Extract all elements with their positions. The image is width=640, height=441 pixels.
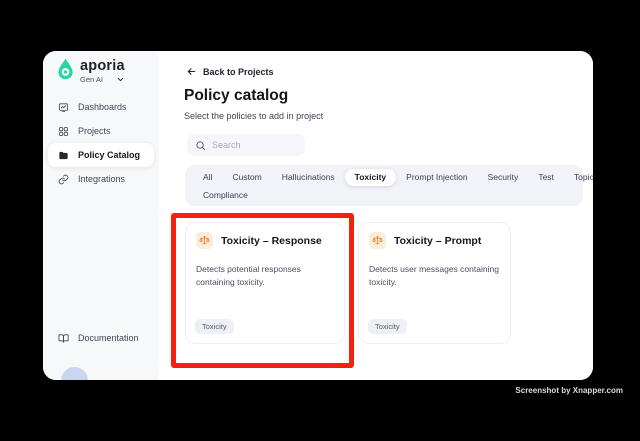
search-box bbox=[187, 134, 305, 156]
page-title: Policy catalog bbox=[184, 87, 289, 104]
search-input[interactable] bbox=[212, 140, 297, 150]
projects-icon bbox=[58, 126, 69, 137]
tab-custom[interactable]: Custom bbox=[222, 169, 271, 186]
back-to-projects-link[interactable]: Back to Projects bbox=[186, 66, 274, 77]
sidebar-item-integrations[interactable]: Integrations bbox=[48, 167, 154, 191]
book-icon bbox=[58, 333, 69, 344]
search-icon bbox=[195, 140, 206, 151]
card-description: Detects user messages containing toxicit… bbox=[369, 264, 499, 287]
logo-wordmark: aporia bbox=[80, 58, 125, 74]
aporia-logo-icon bbox=[56, 57, 75, 80]
scales-icon bbox=[196, 232, 213, 249]
sidebar-item-label: Policy Catalog bbox=[78, 150, 141, 160]
back-arrow-icon bbox=[186, 66, 197, 77]
sidebar-item-policy-catalog[interactable]: Policy Catalog bbox=[48, 143, 154, 167]
dashboards-icon bbox=[58, 102, 69, 113]
chevron-down-icon bbox=[116, 75, 125, 84]
policy-card-toxicity-response[interactable]: Toxicity – Response Detects potential re… bbox=[185, 222, 345, 344]
tab-hallucinations[interactable]: Hallucinations bbox=[272, 169, 345, 186]
tab-topics[interactable]: Topics bbox=[564, 169, 593, 186]
back-link-label: Back to Projects bbox=[203, 66, 274, 77]
card-description: Detects potential responses containing t… bbox=[196, 264, 301, 287]
sidebar: aporia Gen AI Dashboards Projects Policy… bbox=[43, 51, 159, 380]
user-avatar[interactable] bbox=[61, 367, 88, 380]
tab-toxicity[interactable]: Toxicity bbox=[344, 169, 397, 186]
tab-test[interactable]: Test bbox=[528, 169, 564, 186]
folder-icon bbox=[58, 150, 69, 161]
xnapper-watermark: Screenshot by Xnapper.com bbox=[515, 386, 623, 395]
tab-prompt-injection[interactable]: Prompt Injection bbox=[396, 169, 477, 186]
card-tag: Toxicity bbox=[368, 319, 407, 334]
link-icon bbox=[58, 174, 69, 185]
main-content: Back to Projects Policy catalog Select t… bbox=[159, 51, 593, 380]
sidebar-item-label: Dashboards bbox=[78, 102, 127, 112]
tab-compliance[interactable]: Compliance bbox=[193, 187, 258, 204]
card-tag: Toxicity bbox=[195, 319, 234, 334]
sidebar-item-documentation[interactable]: Documentation bbox=[48, 326, 154, 350]
page-subtitle: Select the policies to add in project bbox=[184, 111, 324, 121]
sidebar-item-label: Projects bbox=[78, 126, 111, 136]
policy-card-toxicity-prompt[interactable]: Toxicity – Prompt Detects user messages … bbox=[358, 222, 511, 344]
scales-icon bbox=[369, 232, 386, 249]
sidebar-item-projects[interactable]: Projects bbox=[48, 119, 154, 143]
sidebar-item-label: Integrations bbox=[78, 174, 126, 184]
workspace-switcher[interactable]: aporia Gen AI bbox=[56, 57, 125, 84]
sidebar-item-label: Documentation bbox=[78, 333, 139, 343]
sidebar-nav: Dashboards Projects Policy Catalog Integ… bbox=[48, 95, 154, 191]
card-title: Toxicity – Prompt bbox=[394, 234, 482, 247]
tab-security[interactable]: Security bbox=[478, 169, 529, 186]
sidebar-item-dashboards[interactable]: Dashboards bbox=[48, 95, 154, 119]
policy-filter-tabs: All Custom Hallucinations Toxicity Promp… bbox=[185, 165, 593, 206]
card-title: Toxicity – Response bbox=[221, 234, 322, 247]
tab-all[interactable]: All bbox=[193, 169, 222, 186]
app-window: aporia Gen AI Dashboards Projects Policy… bbox=[43, 51, 593, 380]
workspace-label: Gen AI bbox=[80, 75, 103, 84]
